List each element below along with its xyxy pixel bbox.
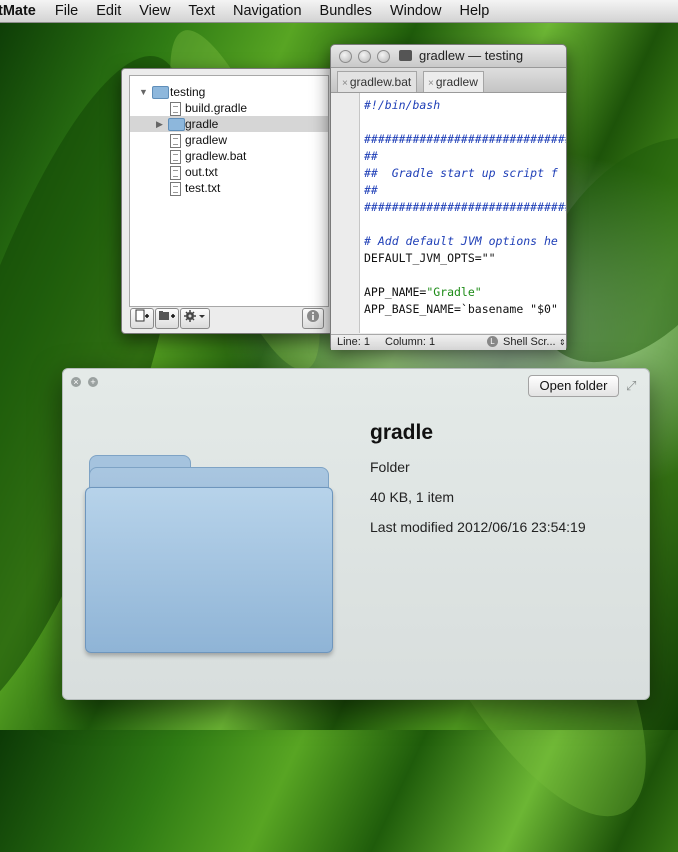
actions-button[interactable] — [180, 308, 210, 329]
tab-label: gradlew — [435, 75, 478, 89]
fullscreen-icon[interactable]: + — [88, 377, 98, 387]
tab-label: gradlew.bat — [349, 75, 412, 89]
code-line: ## — [364, 183, 378, 197]
title-bar[interactable]: gradlew — testing — [331, 45, 566, 68]
window-title: gradlew — testing — [419, 48, 524, 63]
code-area[interactable]: #!/bin/bash ############################… — [360, 93, 566, 333]
new-folder-icon — [159, 311, 175, 320]
menu-bundles[interactable]: Bundles — [311, 3, 381, 19]
tree-item-test-txt[interactable]: test.txt — [130, 180, 328, 196]
chevron-updown-icon[interactable]: ⇕ — [559, 335, 566, 350]
menu-help[interactable]: Help — [451, 3, 499, 19]
item-modified: Last modified 2012/06/16 23:54:19 — [370, 519, 586, 535]
new-file-icon — [135, 309, 149, 322]
folder-icon — [168, 118, 185, 131]
tab-close-icon[interactable]: × — [342, 78, 348, 89]
minimize-window-button[interactable] — [358, 50, 371, 63]
file-icon — [170, 182, 181, 196]
menu-edit[interactable]: Edit — [87, 3, 130, 19]
line-indicator: Line: 1 — [337, 336, 371, 348]
menu-text[interactable]: Text — [179, 3, 224, 19]
tree-item-label: build.gradle — [185, 101, 248, 115]
open-folder-button[interactable]: Open folder — [528, 375, 619, 397]
editor-window: gradlew — testing × gradlew.bat × gradlew … — [330, 44, 567, 350]
tree-item-label: out.txt — [185, 165, 218, 179]
tree-item-build-gradle[interactable]: build.gradle — [130, 100, 328, 116]
document-proxy-icon[interactable] — [399, 50, 412, 61]
zoom-window-button[interactable] — [377, 50, 390, 63]
menu-bar: tMate File Edit View Text Navigation Bun… — [0, 0, 678, 23]
tree-item-label: test.txt — [185, 181, 221, 195]
code-line: DEFAULT_JVM_OPTS="" — [364, 251, 496, 265]
item-kind: Folder — [370, 459, 410, 475]
info-button[interactable] — [302, 308, 324, 329]
code-line: # Add default JVM options he — [364, 234, 558, 248]
line-number-gutter — [331, 93, 360, 333]
gear-icon — [184, 310, 205, 322]
column-indicator: Column: 1 — [385, 336, 436, 348]
file-icon — [170, 150, 181, 164]
close-icon[interactable]: × — [71, 377, 81, 387]
tree-item-label: gradlew.bat — [185, 149, 247, 163]
tab-gradlew-bat[interactable]: × gradlew.bat — [337, 71, 418, 92]
project-drawer: ▼ testing build.gradle ▶ gradle gradlew … — [121, 68, 334, 334]
code-line: APP_BASE_NAME=`basename "$0" — [364, 302, 558, 316]
menu-file[interactable]: File — [46, 3, 87, 19]
code-line: ############################## — [364, 132, 566, 146]
tree-item-label: testing — [170, 85, 206, 99]
desktop: { "menubar": { "app": "tMate", "items": … — [0, 0, 678, 852]
tree-item-gradlew-bat[interactable]: gradlew.bat — [130, 148, 328, 164]
tree-item-label: gradle — [185, 117, 219, 131]
close-window-button[interactable] — [339, 50, 352, 63]
tree-item-out-txt[interactable]: out.txt — [130, 164, 328, 180]
code-line: APP_NAME="Gradle" — [364, 285, 482, 299]
file-icon — [170, 134, 181, 148]
file-icon — [170, 166, 181, 180]
tree-item-gradle[interactable]: ▶ gradle — [130, 116, 328, 132]
file-tree: ▼ testing build.gradle ▶ gradle gradlew … — [129, 75, 329, 307]
tab-bar: × gradlew.bat × gradlew — [331, 68, 566, 93]
menu-view[interactable]: View — [130, 3, 179, 19]
info-icon — [307, 310, 319, 322]
new-folder-button[interactable] — [155, 308, 179, 329]
language-popup[interactable]: Shell Scr... — [503, 335, 556, 350]
app-menu[interactable]: tMate — [0, 3, 46, 19]
item-name: gradle — [370, 421, 434, 444]
item-size: 40 KB, 1 item — [370, 489, 455, 505]
disclosure-collapsed-icon[interactable]: ▶ — [156, 116, 163, 132]
tree-item-testing[interactable]: ▼ testing — [130, 84, 328, 100]
new-file-button[interactable] — [130, 308, 154, 329]
file-icon — [170, 102, 181, 116]
expand-icon[interactable]: ⤢ — [626, 378, 636, 394]
language-icon: L — [487, 336, 498, 347]
folder-icon — [152, 86, 169, 99]
disclosure-expanded-icon[interactable]: ▼ — [139, 84, 148, 100]
tree-item-gradlew[interactable]: gradlew — [130, 132, 328, 148]
code-line: ## Gradle start up script f — [364, 166, 558, 180]
code-line: ############################## — [364, 200, 566, 214]
tree-item-label: gradlew — [185, 133, 228, 147]
folder-preview-icon — [85, 455, 333, 653]
status-bar: Line: 1 Column: 1 L Shell Scr... ⇕ — [331, 334, 566, 350]
code-line: #!/bin/bash — [364, 98, 441, 112]
quick-look-panel: × + Open folder ⤢ gradle Folder 40 KB, 1… — [62, 368, 650, 700]
menu-window[interactable]: Window — [381, 3, 451, 19]
code-line: ## — [364, 149, 378, 163]
tab-gradlew[interactable]: × gradlew — [423, 71, 484, 92]
menu-navigation[interactable]: Navigation — [224, 3, 311, 19]
tab-close-icon[interactable]: × — [428, 78, 434, 89]
